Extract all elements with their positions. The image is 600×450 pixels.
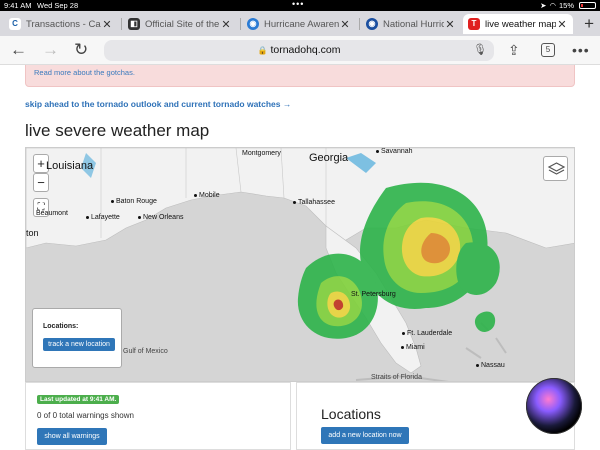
tab-title: Official Site of the [145, 18, 220, 30]
more-icon[interactable]: ••• [572, 40, 590, 60]
map-label-louisiana: Louisiana [46, 160, 94, 172]
warnings-panel: Last updated at 9:41 AM. 0 of 0 total wa… [25, 382, 291, 450]
tab-title: Transactions - Cap [26, 18, 101, 30]
tab-live-weather-map[interactable]: T live weather map | ✕ [463, 14, 573, 34]
forward-icon[interactable]: → [42, 40, 59, 60]
last-updated-badge: Last updated at 9:41 AM. [37, 395, 120, 404]
tab-official-site[interactable]: ◧ Official Site of the ✕ [123, 14, 237, 34]
map-label-fort-lauderdale: Ft. Lauderdale [402, 330, 452, 337]
close-tab-icon[interactable]: ✕ [556, 18, 568, 31]
map-label-georgia: Georgia [309, 152, 349, 164]
status-bar: 9:41 AM Wed Sep 28 ••• ➤ ◠ 15% [0, 0, 600, 11]
tab-title: National Hurricane [383, 18, 444, 30]
layers-button[interactable] [543, 156, 568, 181]
close-tab-icon[interactable]: ✕ [339, 18, 351, 31]
tab-divider [121, 18, 122, 30]
warnings-count: 0 of 0 total warnings shown [37, 411, 134, 420]
layers-icon [547, 162, 566, 175]
wifi-icon: ◠ [549, 1, 556, 10]
map-label-savannah: Savannah [376, 148, 413, 155]
new-tab-icon[interactable]: + [584, 14, 594, 34]
tab-transactions[interactable]: C Transactions - Cap ✕ [4, 14, 118, 34]
capital-one-icon: C [9, 18, 21, 30]
map-label-mobile: Mobile [194, 192, 220, 199]
map-label-nassau: Nassau [476, 362, 505, 369]
tab-bar: C Transactions - Cap ✕ ◧ Official Site o… [0, 11, 600, 36]
alert-box: Read more about the gotchas. [25, 65, 575, 87]
tab-title: Hurricane Awarene [264, 18, 339, 30]
map-heading: live severe weather map [25, 121, 210, 140]
url-text: tornadohq.com [270, 44, 341, 56]
battery-icon [579, 2, 596, 9]
siri-orb-icon[interactable] [526, 378, 582, 434]
map-label-montgomery: Montgomery [242, 150, 281, 157]
close-tab-icon[interactable]: ✕ [220, 18, 232, 31]
tab-divider [240, 18, 241, 30]
share-icon[interactable]: ⇪ [508, 40, 520, 60]
map-label-new-orleans: New Orleans [138, 214, 183, 221]
tab-divider [359, 18, 360, 30]
map-locations-panel: Locations: track a new location [32, 308, 122, 368]
zoom-out-button[interactable]: − [33, 173, 49, 192]
location-icon: ➤ [540, 1, 547, 10]
lock-icon: 🔒 [257, 46, 268, 55]
map-label-houston-partial: ton [26, 228, 39, 238]
tab-hurricane-awareness[interactable]: ◉ Hurricane Awarene ✕ [242, 14, 356, 34]
status-time: 9:41 AM [4, 1, 32, 10]
status-right: ➤ ◠ 15% [540, 0, 596, 11]
gotchas-link[interactable]: Read more about the gotchas. [34, 68, 135, 77]
tornado-hq-icon: T [468, 18, 480, 30]
weather-map[interactable]: + − ⛶ Louisiana Georgia Montgomery Savan… [25, 147, 575, 382]
tab-title: live weather map | [485, 18, 556, 30]
browser-toolbar: ← → ↻ 🔒 tornadohq.com 🎙 ⇪ 5 ••• [0, 36, 600, 65]
multitasking-dots-icon[interactable]: ••• [292, 0, 304, 10]
map-label-tallahassee: Tallahassee [293, 199, 335, 206]
locations-label: Locations: [43, 323, 79, 330]
close-tab-icon[interactable]: ✕ [444, 18, 456, 31]
battery-percent: 15% [558, 1, 574, 10]
noaa-icon: ◉ [366, 18, 378, 30]
address-bar[interactable]: 🔒 tornadohq.com 🎙 [104, 40, 494, 61]
track-location-button[interactable]: track a new location [43, 338, 115, 351]
map-label-baton-rouge: Baton Rouge [111, 198, 157, 205]
map-label-miami: Miami [401, 344, 425, 351]
back-icon[interactable]: ← [10, 40, 27, 60]
add-location-button[interactable]: add a new location now [321, 427, 409, 444]
show-all-warnings-button[interactable]: show all warnings [37, 428, 107, 445]
map-label-beaumont: Beaumont [36, 210, 68, 217]
map-label-lafayette: Lafayette [86, 214, 120, 221]
microphone-icon[interactable]: 🎙 [473, 40, 487, 61]
map-label-gulf: Gulf of Mexico [123, 348, 168, 355]
tab-overview-button[interactable]: 5 [541, 43, 555, 57]
skip-ahead-link[interactable]: skip ahead to the tornado outlook and cu… [25, 99, 291, 109]
status-date: Wed Sep 28 [37, 1, 79, 10]
tab-national-hurricane[interactable]: ◉ National Hurricane ✕ [361, 14, 461, 34]
nws-icon: ◉ [247, 18, 259, 30]
site-icon: ◧ [128, 18, 140, 30]
locations-title: Locations [321, 406, 381, 422]
map-label-st-petersburg: St. Petersburg [351, 291, 396, 298]
map-label-straits: Straits of Florida [371, 374, 422, 381]
page-content: Read more about the gotchas. skip ahead … [0, 65, 600, 450]
close-tab-icon[interactable]: ✕ [101, 18, 113, 31]
reload-icon[interactable]: ↻ [74, 40, 88, 60]
